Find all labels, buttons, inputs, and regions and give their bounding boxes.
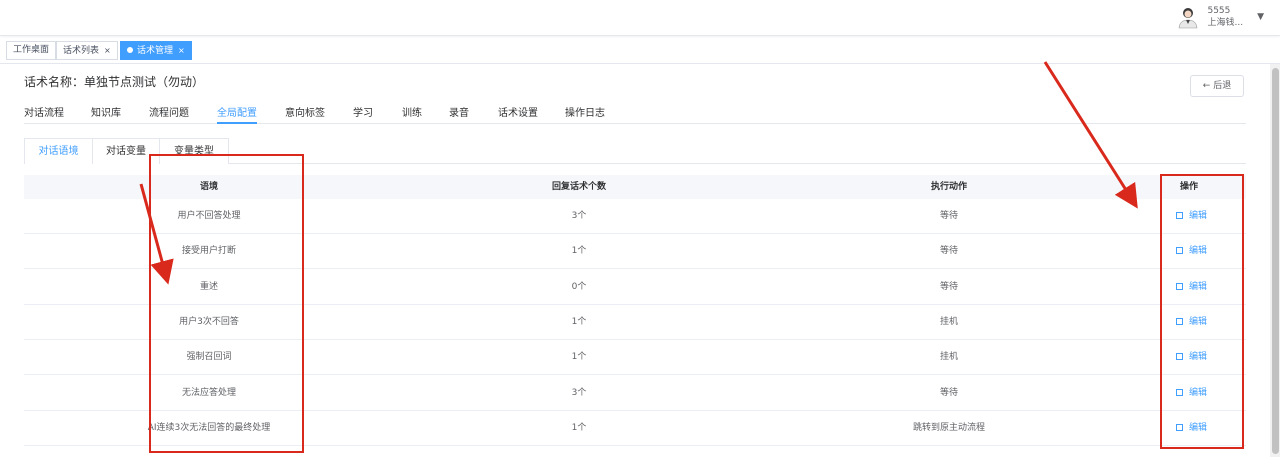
annotation-arrows	[139, 61, 1138, 285]
annotation-arrow-right	[1043, 61, 1138, 209]
annotation-arrow-left	[139, 183, 174, 285]
